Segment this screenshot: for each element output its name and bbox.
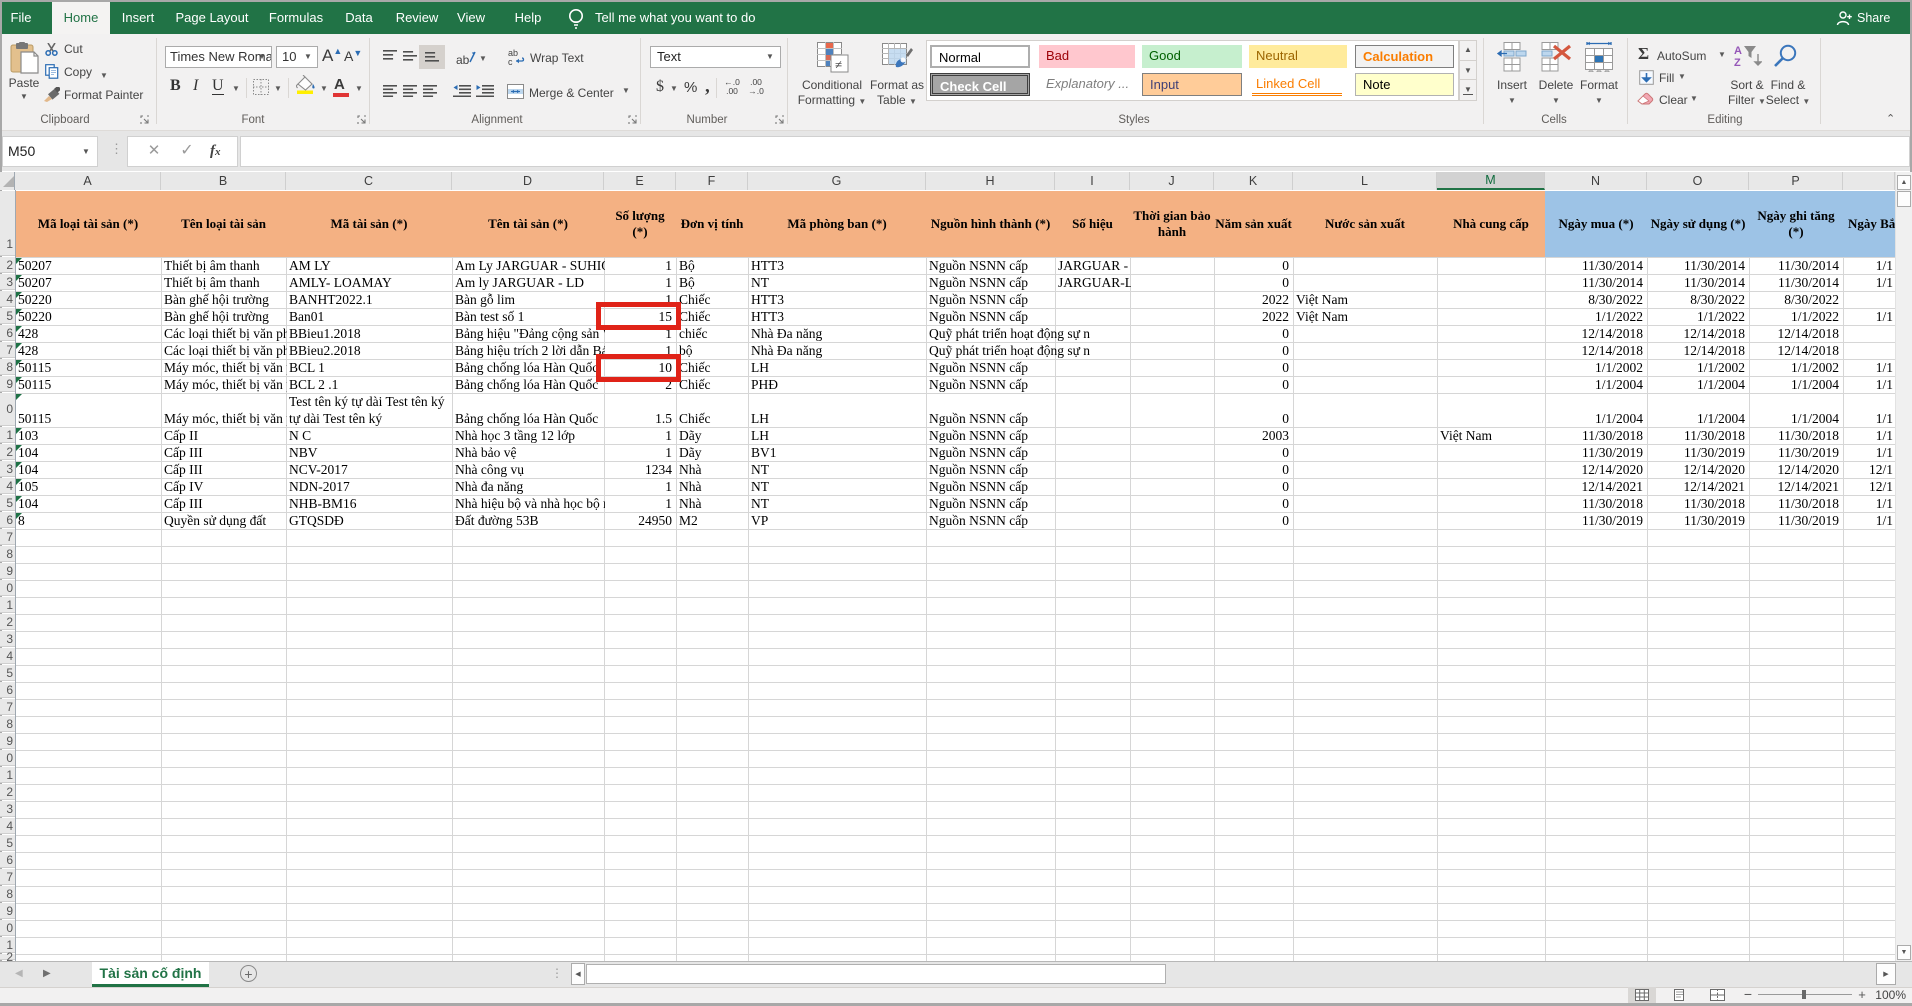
- svg-text:Z: Z: [1734, 57, 1741, 68]
- svg-text:ab: ab: [456, 53, 470, 66]
- svg-text:A: A: [1734, 45, 1742, 57]
- svg-text:c: c: [508, 57, 513, 65]
- svg-text:≠: ≠: [835, 57, 842, 72]
